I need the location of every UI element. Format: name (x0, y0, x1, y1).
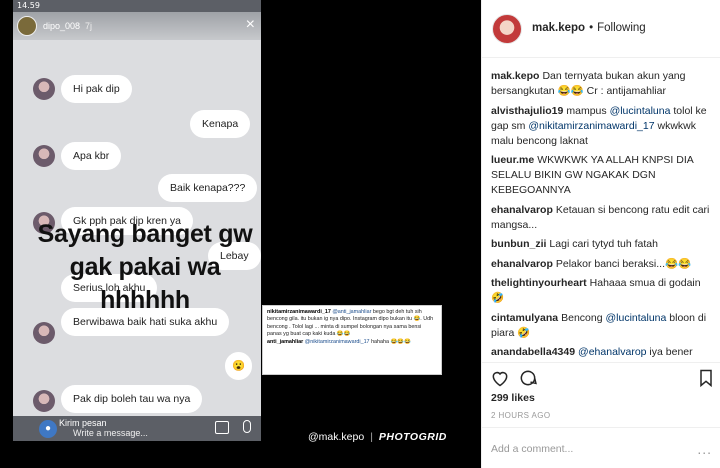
microphone-icon (243, 420, 251, 433)
comment-username[interactable]: ehanalvarop (491, 258, 553, 270)
comments-list[interactable]: mak.kepo Dan ternyata bukan akun yang ber… (482, 58, 720, 362)
comment: ehanalvarop Pelakor banci beraksi...😂😂 (491, 257, 712, 272)
mention-link[interactable]: @ehanalvarop (578, 346, 646, 358)
mention-link[interactable]: @nikitamirzanimawardi_17 (528, 120, 654, 132)
heart-icon[interactable] (490, 368, 510, 388)
comment-entry: anti_jamahliar @nikitamirzanimawardi_17 … (267, 339, 437, 346)
watermark-brand: PHOTOGRID (378, 431, 447, 443)
mention-link[interactable]: @lucintaluna (610, 105, 671, 117)
comment-username[interactable]: anandabella4349 (491, 346, 575, 358)
image-icon (215, 421, 229, 434)
caption: mak.kepo Dan ternyata bukan akun yang ber… (491, 69, 712, 99)
camera-icon: ● (39, 420, 57, 438)
comment-username: nikitamirzanimawardi_17 (267, 309, 331, 315)
comment: ehanalvarop Ketauan si bencong ratu edit … (491, 203, 712, 233)
comment-mention: @nikitamirzanimawardi_17 (304, 338, 370, 345)
comment: thelightinyourheart Hahaaa smua di godain… (491, 276, 712, 306)
more-options-icon[interactable]: ... (697, 441, 712, 457)
action-bar (482, 362, 720, 390)
avatar (33, 322, 55, 344)
comment-username[interactable]: mak.kepo (491, 70, 539, 82)
comment-username[interactable]: alvisthajulio19 (491, 105, 563, 117)
overlay-line: gak pakai wa (69, 253, 221, 281)
comment: anandabella4349@ehanalvarop iya bener bg… (491, 345, 712, 362)
comment: cintamulyana Bencong @lucintaluna bloon d… (491, 311, 712, 341)
chat-bubble-right: Baik kenapa??? (158, 174, 258, 202)
comment-text: Lagi cari tytyd tuh fatah (549, 238, 658, 250)
comment-screenshot: nikitamirzanimawardi_17 @anti_jamahliar … (262, 305, 442, 375)
comment: bunbun_zii Lagi cari tytyd tuh fatah (491, 237, 712, 252)
following-button[interactable]: Following (597, 22, 646, 34)
overlay-line: Sayang banget gw (37, 220, 253, 248)
comment-mention: @anti_jamahliar (332, 309, 372, 315)
comment: lueur.me WKWKWK YA ALLAH KNPSI DIA SELALU… (491, 153, 712, 198)
comment-username[interactable]: cintamulyana (491, 312, 558, 324)
post-media[interactable]: 14.59 dipo_008 7j × Hi pak dip Kenapa Apa… (0, 0, 481, 468)
phone-status-bar: 14.59 (13, 0, 261, 12)
post-sidebar: mak.kepo • Following mak.kepo Dan ternyata … (481, 0, 720, 468)
comment-text: Bencong (561, 311, 606, 324)
mention-link[interactable]: @lucintaluna (605, 312, 666, 324)
avatar (33, 390, 55, 412)
comment-username[interactable]: thelightinyourheart (491, 277, 587, 289)
comment-username: anti_jamahliar (267, 338, 304, 345)
composer-label: Kirim pesan (59, 418, 107, 428)
story-header: dipo_008 7j × (13, 12, 261, 40)
chat-bubble-right: 😮 (225, 352, 253, 380)
likes-count[interactable]: 299 likes (491, 392, 535, 404)
watermark-account: @mak.kepo (308, 431, 365, 443)
avatar[interactable] (492, 14, 522, 44)
avatar (33, 145, 55, 167)
story-username: dipo_008 (43, 21, 81, 31)
add-comment-input[interactable]: Add a comment... ... (482, 427, 720, 468)
composer-placeholder: Write a message... (73, 428, 148, 438)
close-icon: × (245, 16, 255, 33)
bookmark-icon[interactable] (696, 368, 716, 388)
story-avatar (17, 16, 37, 36)
header-dot: • (589, 22, 594, 34)
watermark: @mak.kepo | PHOTOGRID (308, 431, 447, 443)
avatar (33, 78, 55, 100)
comment-username[interactable]: lueur.me (491, 154, 534, 166)
chat-bubble-left: Apa kbr (61, 142, 122, 170)
comment-text: hahaha 😂😂😂 (371, 338, 411, 345)
story-time: 7j (85, 21, 93, 31)
chat-bubble-left: Hi pak dip (61, 75, 132, 103)
status-time: 14.59 (17, 1, 40, 10)
post-header: mak.kepo • Following (482, 0, 720, 58)
comment-icon[interactable] (518, 368, 538, 388)
post-timestamp[interactable]: 2 HOURS AGO (491, 411, 551, 420)
add-comment-placeholder: Add a comment... (491, 443, 574, 455)
comment-entry: nikitamirzanimawardi_17 @anti_jamahliar … (267, 309, 437, 339)
comment-text: Pelakor banci beraksi...😂😂 (555, 257, 692, 270)
comment-username[interactable]: ehanalvarop (491, 204, 553, 216)
overlay-line: hhhhhh (100, 286, 190, 314)
comment-text: mampus (566, 104, 610, 117)
comment: alvisthajulio19 mampus @lucintaluna tolol… (491, 104, 712, 149)
post-author-link[interactable]: mak.kepo (532, 22, 585, 34)
overlay-caption: Sayang banget gw gak pakai wa hhhhhh (25, 218, 265, 317)
chat-bubble-right: Kenapa (190, 110, 251, 138)
watermark-separator: | (370, 431, 373, 443)
chat-bubble-left: Pak dip boleh tau wa nya (61, 385, 203, 413)
comment-username[interactable]: bunbun_zii (491, 238, 546, 250)
message-composer: ● Kirim pesan Write a message... (13, 416, 261, 441)
